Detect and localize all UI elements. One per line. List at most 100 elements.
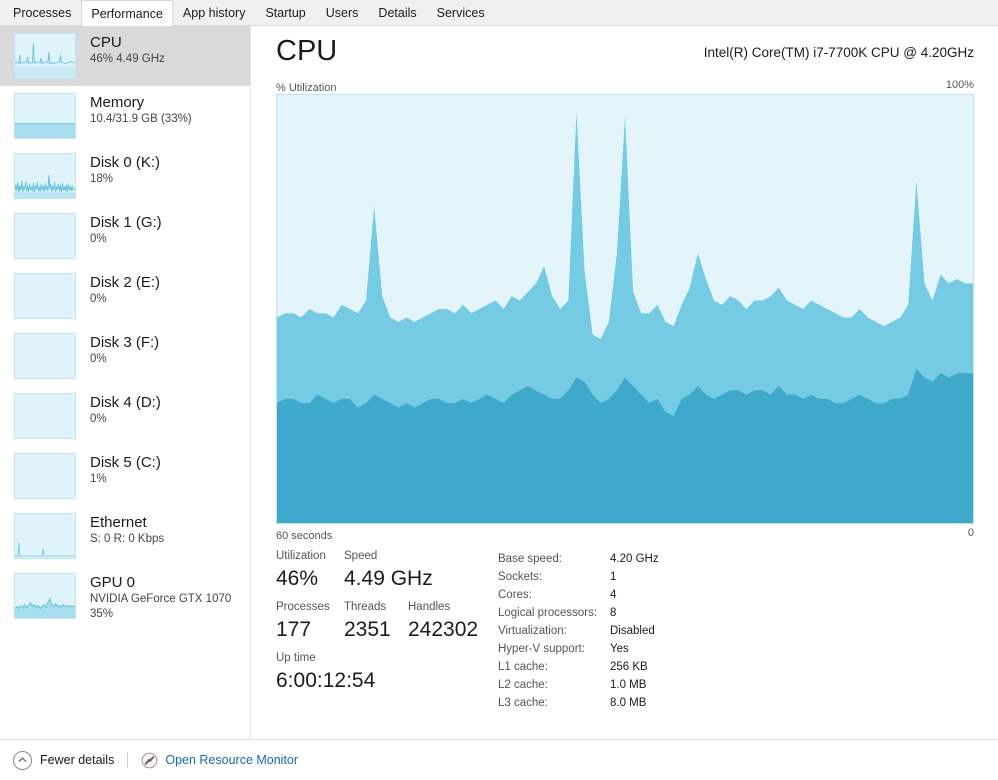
uptime-value: 6:00:12:54: [276, 669, 376, 692]
tab-users[interactable]: Users: [316, 0, 369, 25]
spec-value: 1.0 MB: [610, 679, 647, 691]
stat-threads: Threads 2351: [344, 599, 408, 644]
cpu-detail-pane: CPU Intel(R) Core(TM) i7-7700K CPU @ 4.2…: [252, 26, 998, 739]
sidebar-item-cpu[interactable]: CPU 46% 4.49 GHz: [0, 26, 250, 86]
sidebar-item-disk-5[interactable]: Disk 5 (C:) 1%: [0, 446, 250, 506]
sidebar-item-disk-1[interactable]: Disk 1 (G:) 0%: [0, 206, 250, 266]
spec-key: Logical processors:: [498, 607, 598, 619]
sidebar-cpu-sub: 46% 4.49 GHz: [90, 53, 165, 65]
tab-app-history[interactable]: App history: [173, 0, 256, 25]
fewer-details-button[interactable]: Fewer details: [13, 750, 115, 770]
processes-label: Processes: [276, 601, 330, 613]
spec-key: Base speed:: [498, 553, 562, 565]
spec-row: Cores: 4: [498, 586, 659, 604]
cpu-header: CPU Intel(R) Core(TM) i7-7700K CPU @ 4.2…: [252, 26, 998, 72]
spec-key: Sockets:: [498, 571, 543, 583]
sidebar-item-memory[interactable]: Memory 10.4/31.9 GB (33%): [0, 86, 250, 146]
sidebar-disk0-text: Disk 0 (K:) 18%: [90, 152, 160, 187]
spec-value: 8.0 MB: [610, 697, 647, 709]
threads-label: Threads: [344, 601, 387, 613]
disk1-flat-thumbnail: [14, 213, 76, 259]
spec-value: 4.20 GHz: [610, 553, 659, 565]
sidebar-ethernet-text: Ethernet S: 0 R: 0 Kbps: [90, 512, 164, 547]
stats-row-processes-threads-handles: Processes 177 Threads 2351 Handles 24230…: [276, 599, 501, 644]
sidebar-cpu-text: CPU 46% 4.49 GHz: [90, 32, 165, 67]
spec-row: Hyper-V support: Yes: [498, 640, 659, 658]
spec-key: L1 cache:: [498, 661, 548, 673]
spec-row: L3 cache: 8.0 MB: [498, 694, 659, 712]
cpu-spec-list: Base speed: 4.20 GHz Sockets: 1 Cores: 4…: [498, 550, 659, 712]
status-bar-divider: [127, 752, 129, 768]
sidebar-disk0-title: Disk 0 (K:): [90, 154, 161, 171]
spec-key: Cores:: [498, 589, 532, 601]
open-resource-monitor-label[interactable]: Open Resource Monitor: [165, 753, 298, 767]
spec-key: Hyper-V support:: [498, 643, 585, 655]
stat-processes: Processes 177: [276, 599, 344, 644]
spec-row: Logical processors: 8: [498, 604, 659, 622]
sidebar-disk1-sub: 0%: [90, 233, 107, 245]
spec-row: Virtualization: Disabled: [498, 622, 659, 640]
sidebar-disk2-title: Disk 2 (E:): [90, 274, 161, 291]
tab-details[interactable]: Details: [368, 0, 426, 25]
spec-key: Virtualization:: [498, 625, 567, 637]
cpu-chart-svg: [277, 112, 973, 523]
sidebar-gpu0-text: GPU 0 NVIDIA GeForce GTX 1070 35%: [90, 572, 231, 622]
spec-value: 4: [610, 589, 617, 601]
cpu-model-label: Intel(R) Core(TM) i7-7700K CPU @ 4.20GHz: [703, 45, 974, 60]
sidebar-disk0-sub: 18%: [90, 173, 114, 185]
sidebar-disk5-title: Disk 5 (C:): [90, 454, 161, 471]
sidebar-disk4-sub: 0%: [90, 413, 107, 425]
processes-value: 177: [276, 618, 312, 641]
sidebar-memory-text: Memory 10.4/31.9 GB (33%): [90, 92, 192, 127]
open-resource-monitor-button[interactable]: Open Resource Monitor: [141, 752, 298, 769]
spec-value: 256 KB: [610, 661, 648, 673]
y-axis-max-label: 100%: [945, 79, 974, 91]
sidebar-item-disk-3[interactable]: Disk 3 (F:) 0%: [0, 326, 250, 386]
sidebar-item-gpu-0[interactable]: GPU 0 NVIDIA GeForce GTX 1070 35%: [0, 566, 250, 626]
spec-row: L1 cache: 256 KB: [498, 658, 659, 676]
sidebar-item-ethernet[interactable]: Ethernet S: 0 R: 0 Kbps: [0, 506, 250, 566]
sidebar-memory-sub: 10.4/31.9 GB (33%): [90, 113, 192, 125]
spec-key: L3 cache:: [498, 697, 548, 709]
spec-row: Sockets: 1: [498, 568, 659, 586]
disk-busy-sparkline-thumbnail: [14, 153, 76, 199]
tab-startup[interactable]: Startup: [255, 0, 315, 25]
sidebar-disk2-text: Disk 2 (E:) 0%: [90, 272, 160, 307]
sidebar-item-disk-4[interactable]: Disk 4 (D:) 0%: [0, 386, 250, 446]
spec-row: L2 cache: 1.0 MB: [498, 676, 659, 694]
sidebar-gpu0-sub: NVIDIA GeForce GTX 1070: [90, 593, 232, 605]
speed-value: 4.49 GHz: [344, 567, 433, 590]
sidebar-memory-title: Memory: [90, 94, 145, 111]
chevron-up-icon: [13, 750, 32, 770]
x-axis-right-label: 0: [967, 527, 974, 539]
sidebar-disk3-title: Disk 3 (F:): [90, 334, 160, 351]
fewer-details-label: Fewer details: [40, 753, 115, 767]
tab-performance[interactable]: Performance: [81, 0, 173, 26]
tab-services[interactable]: Services: [427, 0, 495, 25]
cpu-sparkline-thumbnail: [14, 33, 76, 79]
status-bar: Fewer details Open Resource Monitor: [0, 739, 998, 780]
memory-band-thumbnail: [14, 93, 76, 139]
sidebar-item-disk-0[interactable]: Disk 0 (K:) 18%: [0, 146, 250, 206]
sidebar-disk5-sub: 1%: [90, 473, 107, 485]
spec-value: Disabled: [610, 625, 655, 637]
disk4-flat-thumbnail: [14, 393, 76, 439]
gpu-sparkline-thumbnail: [14, 573, 76, 619]
y-axis-label: % Utilization: [276, 82, 337, 94]
uptime-label: Up time: [276, 652, 316, 664]
tab-bar: Processes Performance App history Startu…: [0, 0, 998, 26]
cpu-stats: Utilization 46% Speed 4.49 GHz Processes…: [276, 548, 974, 718]
x-axis-left-label: 60 seconds: [276, 530, 333, 542]
sidebar-disk3-text: Disk 3 (F:) 0%: [90, 332, 159, 367]
threads-value: 2351: [344, 618, 391, 641]
sidebar-cpu-title: CPU: [90, 34, 122, 51]
sidebar-disk3-sub: 0%: [90, 353, 107, 365]
graph-top-axis: % Utilization 100%: [276, 78, 974, 94]
resource-monitor-icon: [141, 752, 158, 769]
sidebar-gpu0-title: GPU 0: [90, 574, 136, 591]
sidebar-disk5-text: Disk 5 (C:) 1%: [90, 452, 161, 487]
graph-bottom-axis: 60 seconds 0: [276, 526, 974, 542]
handles-label: Handles: [408, 601, 451, 613]
sidebar-item-disk-2[interactable]: Disk 2 (E:) 0%: [0, 266, 250, 326]
tab-processes[interactable]: Processes: [3, 0, 81, 25]
